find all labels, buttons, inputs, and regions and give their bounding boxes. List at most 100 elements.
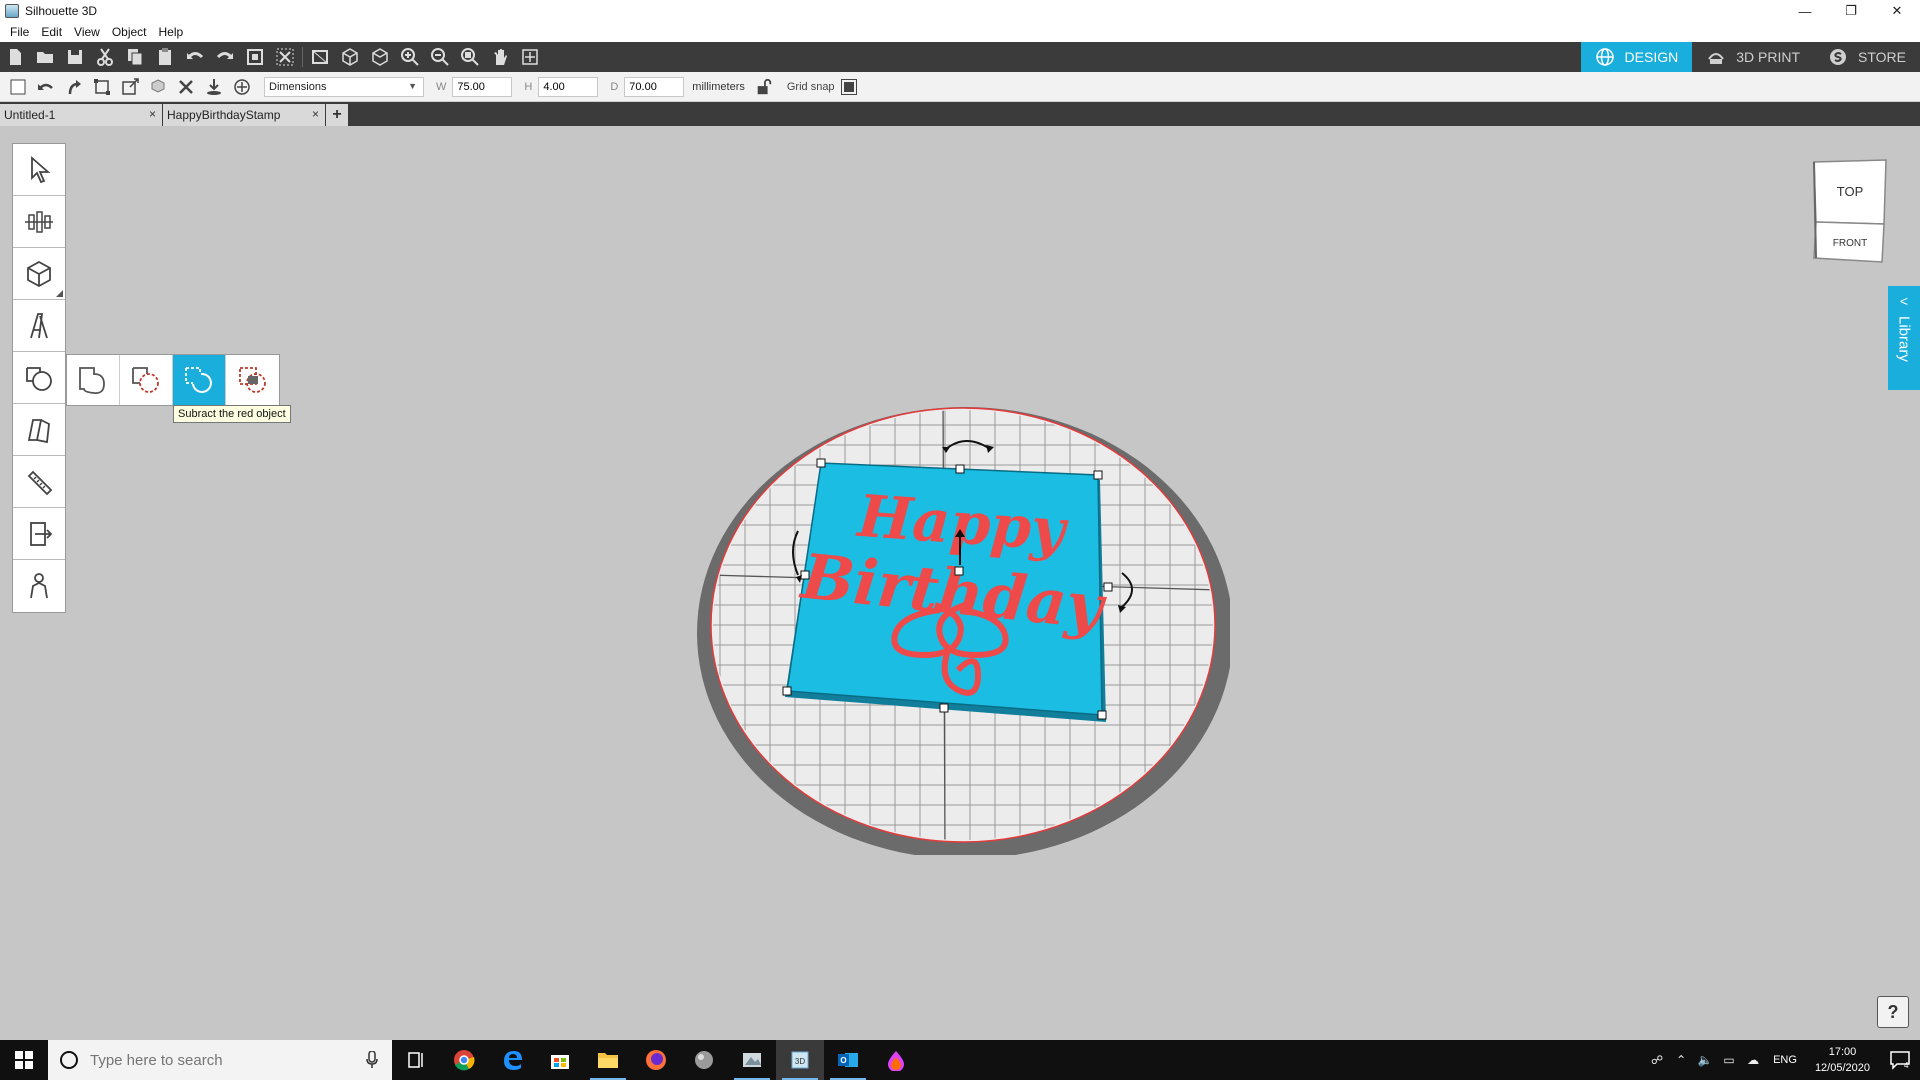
bounding-box-icon[interactable] — [88, 73, 116, 101]
menu-object[interactable]: Object — [106, 25, 153, 39]
outlook-icon[interactable]: O — [824, 1040, 872, 1080]
clock-time: 17:00 — [1828, 1046, 1857, 1058]
cube-wire-icon[interactable] — [365, 42, 395, 72]
text-tool[interactable] — [13, 300, 65, 352]
battery-icon[interactable]: ▭ — [1717, 1040, 1741, 1080]
printer-3d-icon — [1708, 53, 1725, 64]
align-tool[interactable] — [13, 196, 65, 248]
library-panel-tab[interactable]: < Library — [1888, 286, 1920, 390]
network-icon[interactable]: ☁ — [1741, 1040, 1765, 1080]
people-icon[interactable]: ☍ — [1645, 1040, 1669, 1080]
width-input[interactable] — [452, 76, 513, 97]
intersect-button[interactable] — [120, 355, 173, 405]
move-tool[interactable] — [13, 508, 65, 560]
primitives-tool[interactable] — [13, 248, 65, 300]
maximize-button[interactable]: ❐ — [1828, 0, 1874, 22]
save-icon[interactable] — [60, 42, 90, 72]
taskbar-search[interactable] — [48, 1040, 392, 1080]
redo-icon[interactable] — [210, 42, 240, 72]
silhouette-studio-icon[interactable] — [728, 1040, 776, 1080]
grid-snap-toggle[interactable] — [840, 78, 857, 95]
zoom-out-icon[interactable] — [425, 42, 455, 72]
menu-file[interactable]: File — [4, 25, 35, 39]
mode-store[interactable]: STORE — [1814, 42, 1920, 72]
start-button[interactable] — [0, 1040, 48, 1080]
select-box-icon[interactable] — [4, 73, 32, 101]
chevron-up-icon[interactable]: ⌃ — [1669, 1040, 1693, 1080]
subtract-other-button[interactable] — [226, 355, 279, 405]
copy-icon[interactable] — [120, 42, 150, 72]
firefox-icon[interactable] — [632, 1040, 680, 1080]
view-cube[interactable]: TOP FRONT — [1810, 158, 1890, 266]
union-button[interactable] — [67, 355, 120, 405]
height-input[interactable] — [538, 76, 599, 97]
language-indicator[interactable]: ENG — [1765, 1054, 1805, 1066]
extrude-tool[interactable] — [13, 404, 65, 456]
tab-close-icon[interactable]: × — [312, 107, 319, 121]
mode-3d-print[interactable]: 3D PRINT — [1692, 42, 1814, 72]
file-explorer-icon[interactable] — [584, 1040, 632, 1080]
close-button[interactable]: ✕ — [1874, 0, 1920, 22]
menu-edit[interactable]: Edit — [35, 25, 68, 39]
tab-happy-birthday-stamp[interactable]: HappyBirthdayStamp × — [163, 104, 325, 126]
select-tool[interactable] — [13, 144, 65, 196]
chrome-icon[interactable] — [440, 1040, 488, 1080]
library-label: Library — [1895, 316, 1913, 362]
depth-input[interactable] — [624, 76, 685, 97]
menu-bar: File Edit View Object Help — [0, 22, 1920, 42]
boolean-flyout — [66, 354, 280, 406]
store-bag-icon[interactable] — [536, 1040, 584, 1080]
pan-hand-icon[interactable] — [485, 42, 515, 72]
svg-text:3D: 3D — [795, 1057, 805, 1066]
group-icon[interactable] — [240, 42, 270, 72]
zoom-in-icon[interactable] — [395, 42, 425, 72]
rotate-up-icon[interactable] — [60, 73, 88, 101]
perspective-icon[interactable] — [305, 42, 335, 72]
duplicate-icon[interactable] — [144, 73, 172, 101]
remove-icon[interactable] — [172, 73, 200, 101]
tab-close-icon[interactable]: × — [149, 107, 156, 121]
figure-tool[interactable] — [13, 560, 65, 612]
microphone-icon[interactable] — [366, 1051, 378, 1069]
clock[interactable]: 17:00 12/05/2020 — [1805, 1044, 1880, 1076]
volume-icon[interactable]: 🔈 — [1693, 1040, 1717, 1080]
center-icon[interactable] — [228, 73, 256, 101]
edge-icon[interactable] — [488, 1040, 536, 1080]
cut-icon[interactable] — [90, 42, 120, 72]
toolbar-separator — [302, 47, 303, 67]
lock-proportions-icon[interactable] — [753, 76, 775, 98]
rotate-left-icon[interactable] — [32, 73, 60, 101]
mode-design[interactable]: DESIGN — [1580, 42, 1693, 72]
paint-drop-icon[interactable] — [872, 1040, 920, 1080]
help-button[interactable]: ? — [1877, 996, 1909, 1028]
transform-mode-dropdown[interactable]: Dimensions ▼ — [264, 76, 424, 97]
boolean-tool[interactable] — [13, 352, 65, 404]
measure-tool[interactable] — [13, 456, 65, 508]
minimize-button[interactable]: — — [1782, 0, 1828, 22]
frame-icon[interactable] — [515, 42, 545, 72]
zoom-fit-icon[interactable] — [455, 42, 485, 72]
silhouette-3d-icon[interactable]: 3D — [776, 1040, 824, 1080]
new-file-icon[interactable] — [0, 42, 30, 72]
viewport-scene[interactable]: Happy Birthday — [690, 395, 1233, 859]
scene-canvas: Happy Birthday — [697, 407, 1233, 859]
menu-help[interactable]: Help — [153, 25, 190, 39]
paste-icon[interactable] — [150, 42, 180, 72]
task-view-icon[interactable] — [392, 1040, 440, 1080]
grid-snap-label: Grid snap — [786, 80, 835, 93]
undo-icon[interactable] — [180, 42, 210, 72]
delete-icon[interactable] — [270, 42, 300, 72]
property-toolbar: Dimensions ▼ W H D millimeters Grid snap — [0, 72, 1920, 102]
cube-view-icon[interactable] — [335, 42, 365, 72]
subtract-red-button[interactable] — [173, 355, 226, 405]
notifications-icon[interactable]: 4 — [1880, 1040, 1920, 1080]
tab-untitled-1[interactable]: Untitled-1 × — [0, 104, 162, 126]
taskbar-search-input[interactable] — [90, 1051, 350, 1069]
menu-view[interactable]: View — [68, 25, 106, 39]
open-folder-icon[interactable] — [30, 42, 60, 72]
scale-icon[interactable] — [116, 73, 144, 101]
sphere-app-icon[interactable] — [680, 1040, 728, 1080]
new-tab-button[interactable]: + — [326, 104, 348, 126]
drop-to-floor-icon[interactable] — [200, 73, 228, 101]
dropdown-arrow-icon: ▼ — [408, 80, 417, 91]
